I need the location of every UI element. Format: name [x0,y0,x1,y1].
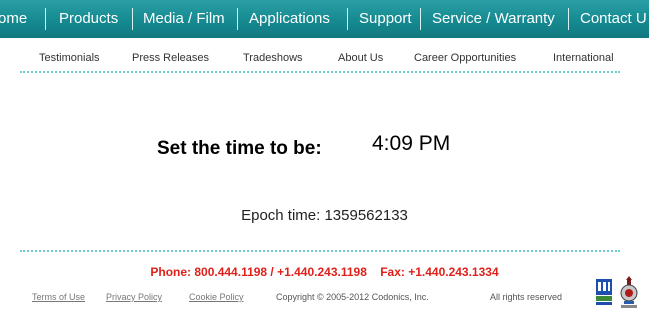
footer-copyright: Copyright © 2005-2012 Codonics, Inc. [276,292,429,302]
nav-separator [420,8,421,30]
subnav-item-international[interactable]: International [553,52,614,64]
nav-item-applications[interactable]: Applications [249,10,330,28]
nav-item-support[interactable]: Support [359,10,412,28]
footer-link-cookie-policy[interactable]: Cookie Policy [189,292,244,302]
nav-separator [347,8,348,30]
footer-rights: All rights reserved [490,292,563,302]
secondary-navigation: Testimonials Press Releases Tradeshows A… [0,48,649,68]
nav-separator [132,8,133,30]
epoch-time-text: Epoch time: 1359562133 [241,207,408,224]
nav-item-products[interactable]: Products [59,10,118,28]
nav-item-contact-us[interactable]: Contact U [580,10,647,28]
nav-separator [45,8,46,30]
dotted-divider-top [20,71,620,73]
certification-badge-icon [596,279,612,305]
nav-separator [568,8,569,30]
dotted-divider-bottom [20,250,620,252]
award-seal-icon [620,276,638,308]
nav-item-home[interactable]: ome [0,10,27,28]
set-time-label: Set the time to be: [157,138,322,159]
contact-phone-fax: Phone: 800.444.1198 / +1.440.243.1198 Fa… [150,265,499,279]
nav-item-service-warranty[interactable]: Service / Warranty [432,10,555,28]
subnav-item-tradeshows[interactable]: Tradeshows [243,52,303,64]
subnav-item-about-us[interactable]: About Us [338,52,383,64]
top-navigation-bar: ome Products Media / Film Applications S… [0,0,649,38]
nav-item-media-film[interactable]: Media / Film [143,10,225,28]
subnav-item-testimonials[interactable]: Testimonials [39,52,100,64]
subnav-item-career-opportunities[interactable]: Career Opportunities [414,52,516,64]
footer-link-privacy-policy[interactable]: Privacy Policy [106,292,162,302]
footer-link-terms-of-use[interactable]: Terms of Use [32,292,85,302]
nav-separator [237,8,238,30]
set-time-value: 4:09 PM [372,132,451,155]
subnav-item-press-releases[interactable]: Press Releases [132,52,209,64]
